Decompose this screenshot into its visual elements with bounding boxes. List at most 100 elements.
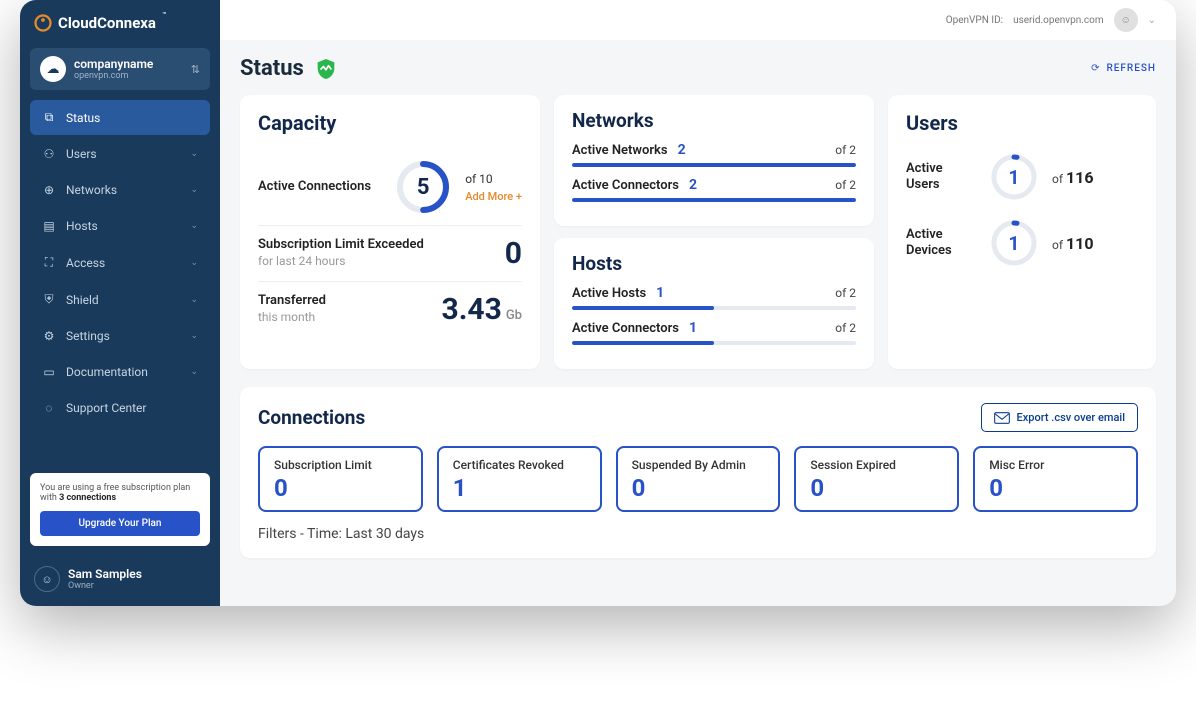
nav-label: Users [66,147,97,161]
server-icon: ▤ [42,219,56,233]
users-title: Users [906,111,1138,135]
net-connectors-of: of 2 [835,178,856,192]
topbar: OpenVPN ID: userid.openvpn.com ☺ ⌄ [220,0,1176,40]
topbar-avatar[interactable]: ☺ [1114,8,1138,32]
nav-label: Hosts [66,219,98,233]
add-more-link[interactable]: Add More + [465,190,522,203]
active-devices-ring: 1 [990,219,1038,267]
brand: CloudConnexa ™ [20,0,220,42]
access-icon: ⛶ [42,255,56,270]
nav-label: Shield [66,293,99,307]
active-users-label: Active Users [906,161,976,192]
globe-icon: ⊕ [42,183,56,197]
nav-status[interactable]: ⧉ Status [30,100,210,135]
nav-settings[interactable]: ⚙ Settings ⌄ [30,319,210,353]
chevron-down-icon: ⌄ [190,221,198,231]
users-card: Users Active Users 1 of 116 Active Devic… [888,95,1156,369]
openvpn-id-value: userid.openvpn.com [1013,15,1104,26]
conn-box-subscription-limit[interactable]: Subscription Limit0 [258,446,423,512]
host-connectors-of: of 2 [835,321,856,335]
capacity-title: Capacity [258,111,522,135]
user-role: Owner [68,581,142,591]
company-selector[interactable]: ☁ companyname openvpn.com ⇅ [30,48,210,90]
capacity-card: Capacity Active Connections 5 of 10 Add … [240,95,540,369]
nav-networks[interactable]: ⊕Networks⌄ [30,173,210,207]
nav-support[interactable]: ◌Support Center [30,391,210,425]
nav-list: ⧉ Status ⚇Users⌄ ⊕ Networks ⌄ ▤ Hosts ⌄ ⛶ Acce… [20,100,220,427]
nav-users[interactable]: ⚇Users⌄ [30,137,210,171]
conn-box-suspended[interactable]: Suspended By Admin0 [616,446,781,512]
user-avatar-icon: ☺ [34,566,60,592]
hosts-card: Hosts Active Hosts1of 2 Active Connector… [554,238,874,369]
sub-limit-value: 0 [505,236,522,271]
nav-label: Documentation [66,365,148,379]
main: OpenVPN ID: userid.openvpn.com ☺ ⌄ Statu… [220,0,1176,606]
active-users-value: 1 [990,153,1038,201]
networks-title: Networks [572,109,856,132]
active-networks-label: Active Networks [572,143,668,158]
chart-icon: ⧉ [42,110,56,125]
conn-box-certs-revoked[interactable]: Certificates Revoked1 [437,446,602,512]
cloud-icon: ☁ [40,56,66,82]
active-connections-value: 5 [395,159,451,215]
nav-documentation[interactable]: ▭Documentation⌄ [30,355,210,389]
nav-label: Status [66,111,100,125]
chevron-down-icon: ⌄ [190,331,198,341]
nav-hosts[interactable]: ▤ Hosts ⌄ [30,209,210,243]
chevron-down-icon: ⌄ [190,295,198,305]
active-hosts-of: of 2 [835,286,856,300]
net-connectors-label: Active Connectors [572,178,679,193]
conn-box-misc-error[interactable]: Misc Error0 [973,446,1138,512]
active-networks-of: of 2 [835,143,856,157]
connections-section: Connections Export .csv over email Subsc… [240,387,1156,558]
transferred-label: Transferredthis month [258,293,427,326]
chevron-down-icon[interactable]: ⌄ [1148,15,1156,26]
nav-label: Access [66,256,105,270]
sidebar-user[interactable]: ☺ Sam Samples Owner [20,556,220,606]
active-hosts-bar [572,306,856,310]
page-title: Status [240,56,304,81]
active-hosts-value: 1 [656,285,664,301]
net-connectors-bar [572,198,856,202]
mail-icon [994,412,1010,424]
refresh-icon: ⟳ [1091,63,1100,74]
active-devices-value: 1 [990,219,1038,267]
gear-icon: ⚙ [42,329,56,343]
active-connections-label: Active Connections [258,179,381,195]
nav-label: Networks [66,183,117,197]
logo-icon [34,14,52,32]
brand-tm: ™ [162,11,166,19]
conn-box-session-expired[interactable]: Session Expired0 [794,446,959,512]
company-sub: openvpn.com [74,71,183,81]
filters-text: Filters - Time: Last 30 days [258,526,1138,542]
host-connectors-value: 1 [689,320,697,336]
transferred-value: 3.43Gb [441,292,522,327]
chevron-updown-icon: ⇅ [191,63,200,76]
brand-name: CloudConnexa [58,14,156,32]
active-networks-bar [572,163,856,167]
openvpn-id-label: OpenVPN ID: [946,15,1003,26]
active-users-of: of 116 [1052,168,1094,187]
nav-shield[interactable]: ⛨Shield⌄ [30,282,210,317]
promo-text: You are using a free subscription plan w… [40,483,200,503]
export-label: Export .csv over email [1017,411,1125,424]
host-connectors-bar [572,341,856,345]
status-shield-icon [316,58,336,80]
active-devices-of: of 110 [1052,234,1094,253]
nav-label: Support Center [66,401,146,415]
sidebar: CloudConnexa ™ ☁ companyname openvpn.com… [20,0,220,606]
page-header: Status ⟳ REFRESH [240,56,1156,81]
chevron-down-icon: ⌄ [190,367,198,377]
active-hosts-label: Active Hosts [572,286,646,301]
refresh-button[interactable]: ⟳ REFRESH [1091,63,1156,74]
connections-title: Connections [258,406,365,429]
nav-access[interactable]: ⛶ Access ⌄ [30,245,210,280]
export-csv-button[interactable]: Export .csv over email [981,403,1138,432]
upgrade-plan-button[interactable]: Upgrade Your Plan [40,511,200,536]
active-connections-of: of 10 [465,172,492,186]
promo-box: You are using a free subscription plan w… [30,473,210,546]
active-users-ring: 1 [990,153,1038,201]
nav-label: Settings [66,329,110,343]
refresh-label: REFRESH [1106,63,1156,74]
chevron-down-icon: ⌄ [190,258,198,268]
